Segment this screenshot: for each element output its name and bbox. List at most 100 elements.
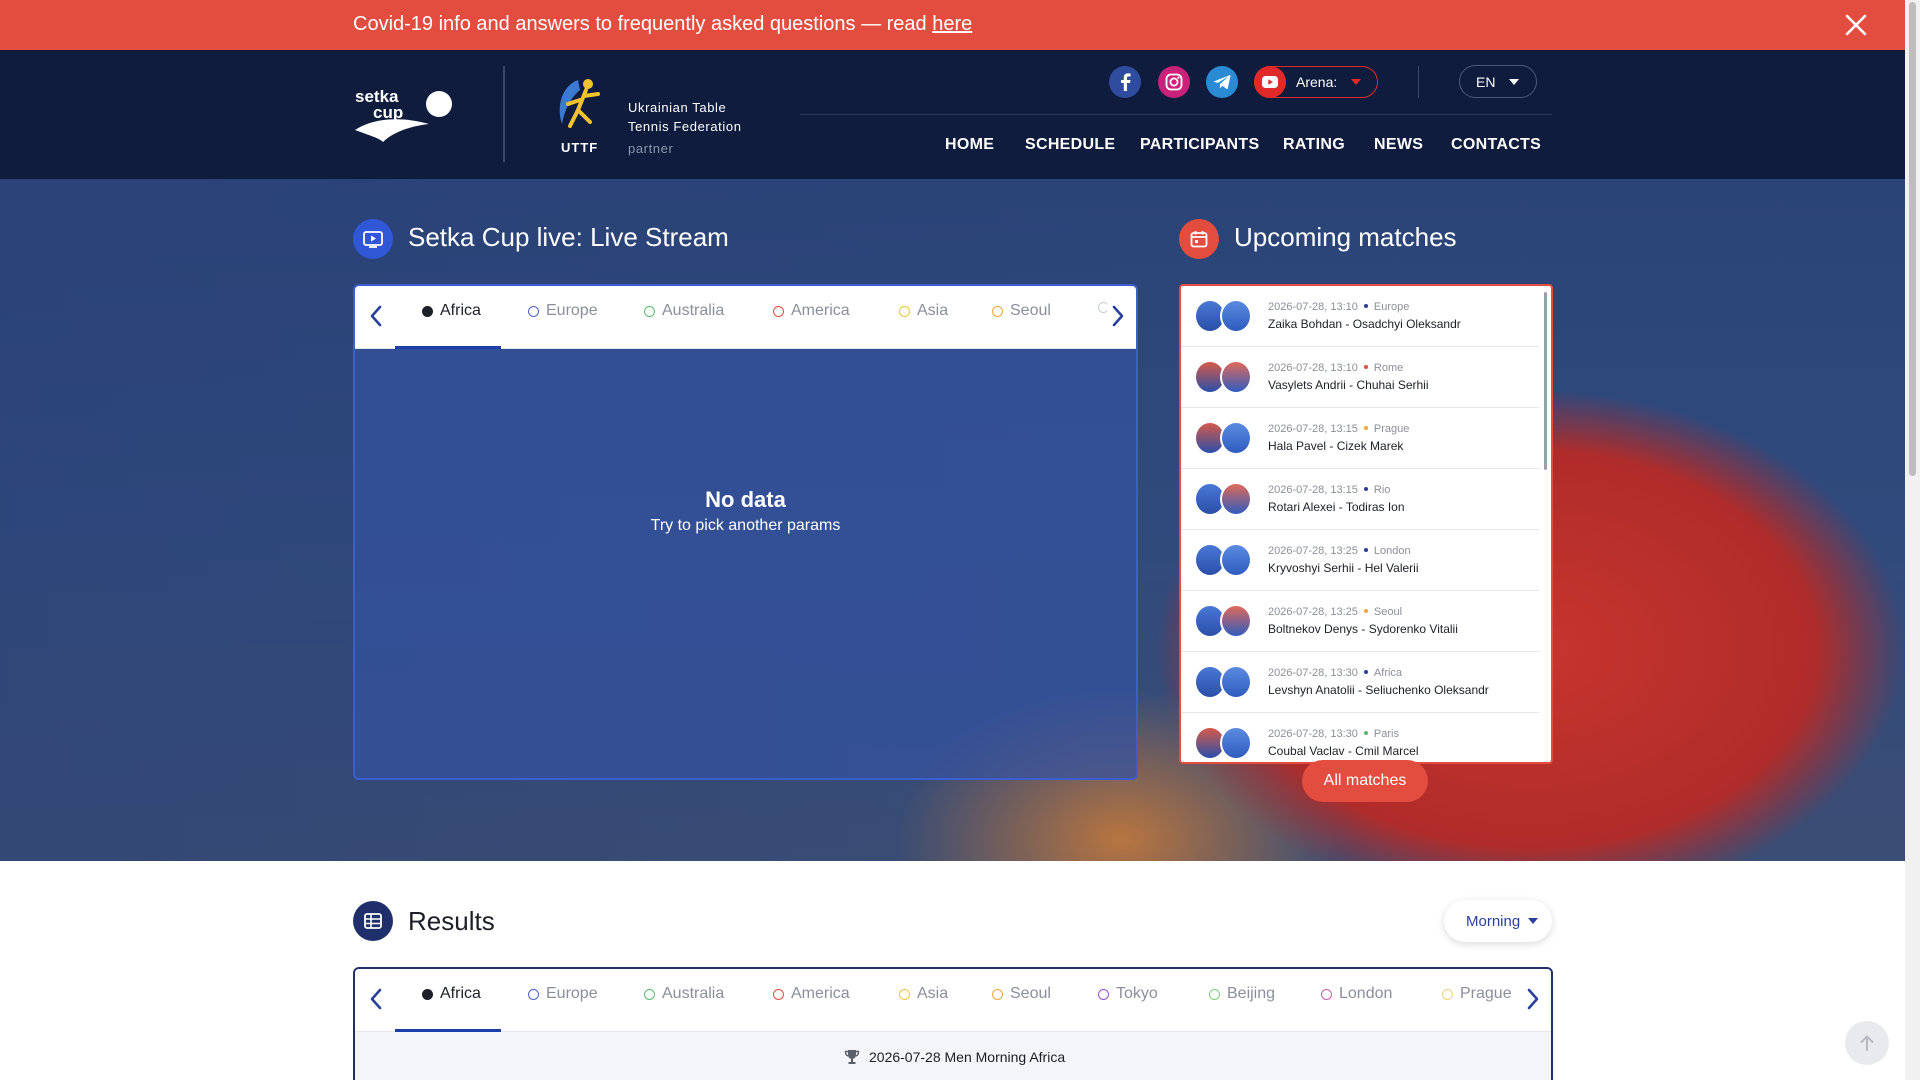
banner-link[interactable]: here — [932, 13, 972, 35]
upcoming-matches-list[interactable]: 2026-07-28, 13:10 Europe Zaika Bohdan - O… — [1179, 284, 1553, 764]
scroll-to-top-button[interactable] — [1845, 1021, 1889, 1065]
match-meta: 2026-07-28, 13:25 London — [1268, 545, 1411, 557]
chevron-left-icon[interactable] — [365, 302, 387, 330]
nav-rating[interactable]: RATING — [1283, 136, 1345, 154]
results-caption: 2026-07-28 Men Morning Africa — [869, 1049, 1066, 1065]
close-icon[interactable] — [1843, 12, 1869, 38]
avatar — [1220, 543, 1252, 577]
language-select[interactable]: EN — [1459, 65, 1537, 98]
uttf-name-line1: Ukrainian Table — [628, 100, 727, 115]
chevron-right-icon[interactable] — [1522, 985, 1544, 1013]
match-meta: 2026-07-28, 13:30 Paris — [1268, 728, 1399, 740]
no-data-subtitle: Try to pick another params — [650, 517, 841, 534]
tab-dot-icon — [1098, 988, 1109, 1000]
match-meta: 2026-07-28, 13:10 Europe — [1268, 301, 1409, 313]
players-avatars — [1194, 726, 1254, 760]
header-divider — [503, 66, 505, 162]
tab-label: Prague — [1460, 985, 1512, 1002]
facebook-icon[interactable] — [1109, 66, 1141, 98]
results-tab-america[interactable]: America — [773, 985, 850, 1003]
results-tab-australia[interactable]: Australia — [644, 985, 724, 1003]
instagram-icon[interactable] — [1158, 66, 1190, 98]
tab-dot-icon — [1209, 988, 1220, 1000]
nav-separator — [800, 114, 1552, 115]
setka-cup-logo[interactable]: setka cup — [353, 84, 455, 148]
match-players: Kryvoshyi Serhii - Hel Valerii — [1268, 561, 1419, 575]
arena-dropdown[interactable]: Arena: — [1254, 66, 1378, 98]
chevron-left-icon[interactable] — [365, 985, 387, 1013]
page-scrollbar[interactable] — [1905, 0, 1920, 1080]
tab-label: Beijing — [1227, 985, 1276, 1002]
match-players: Levshyn Anatolii - Seliuchenko Oleksandr — [1268, 683, 1489, 697]
all-matches-button[interactable]: All matches — [1302, 760, 1428, 802]
tab-dot-icon — [773, 305, 784, 317]
telegram-icon[interactable] — [1206, 66, 1238, 98]
chevron-right-icon[interactable] — [1107, 302, 1129, 330]
page-scrollbar-thumb[interactable] — [1909, 2, 1916, 476]
live-tab-asia[interactable]: Asia — [899, 302, 948, 320]
match-city: Europe — [1373, 301, 1410, 313]
results-tab-europe[interactable]: Europe — [528, 985, 598, 1003]
avatar — [1220, 482, 1252, 516]
list-item[interactable]: 2026-07-28, 13:10 Rome Vasylets Andrii - … — [1181, 347, 1539, 408]
city-dot-icon — [1363, 304, 1368, 309]
results-tab-africa[interactable]: Africa — [422, 985, 481, 1003]
nav-contacts[interactable]: CONTACTS — [1451, 136, 1541, 154]
list-item[interactable]: 2026-07-28, 13:15 Prague Hala Pavel - Ciz… — [1181, 408, 1539, 469]
results-tab-seoul[interactable]: Seoul — [992, 985, 1051, 1003]
period-dropdown[interactable]: Morning — [1444, 900, 1552, 942]
live-tab-seoul[interactable]: Seoul — [992, 302, 1051, 320]
tab-dot-icon — [1321, 988, 1332, 1000]
results-title: Results — [408, 906, 495, 936]
tab-label: America — [791, 985, 850, 1002]
tab-label: Seoul — [1010, 985, 1051, 1002]
avatar — [1220, 604, 1252, 638]
players-avatars — [1194, 482, 1254, 516]
nav-home[interactable]: HOME — [945, 136, 994, 154]
hero-section: Setka Cup live: Live Stream Africa Europ… — [0, 179, 1905, 861]
list-item[interactable]: 2026-07-28, 13:25 London Kryvoshyi Serhii… — [1181, 530, 1539, 591]
live-tab-australia[interactable]: Australia — [644, 302, 724, 320]
tab-dot-icon — [1442, 988, 1453, 1000]
live-tab-africa[interactable]: Africa — [422, 302, 481, 320]
no-data-title: No data — [705, 487, 786, 512]
tab-label: Africa — [440, 302, 481, 319]
tab-label: London — [1339, 985, 1393, 1002]
page: Covid-19 info and answers to frequently … — [0, 0, 1920, 1080]
city-dot-icon — [1363, 731, 1368, 736]
live-tab-america[interactable]: America — [773, 302, 850, 320]
results-tab-tokyo[interactable]: Tokyo — [1098, 985, 1158, 1003]
results-tab-london[interactable]: London — [1321, 985, 1392, 1003]
match-meta: 2026-07-28, 13:15 Rio — [1268, 484, 1390, 496]
live-tabs: Africa Europe Australia America Asia Seo… — [355, 286, 1136, 349]
match-time: 2026-07-28, 13:30 — [1268, 667, 1358, 679]
players-avatars — [1194, 665, 1254, 699]
match-meta: 2026-07-28, 13:30 Africa — [1268, 667, 1402, 679]
match-time: 2026-07-28, 13:10 — [1268, 362, 1358, 374]
list-item[interactable]: 2026-07-28, 13:25 Seoul Boltnekov Denys -… — [1181, 591, 1539, 652]
live-stream-icon — [353, 219, 393, 259]
live-tab-europe[interactable]: Europe — [528, 302, 598, 320]
match-time: 2026-07-28, 13:25 — [1268, 545, 1358, 557]
list-item[interactable]: 2026-07-28, 13:30 Africa Levshyn Anatolii… — [1181, 652, 1539, 713]
nav-schedule[interactable]: SCHEDULE — [1025, 136, 1115, 154]
live-stream-title: Setka Cup live: Live Stream — [408, 222, 729, 252]
avatar — [1220, 421, 1252, 455]
list-item[interactable]: 2026-07-28, 13:30 Paris Coubal Vaclav - C… — [1181, 713, 1539, 762]
tab-label: Europe — [546, 985, 598, 1002]
chevron-down-icon — [1351, 79, 1362, 85]
tab-label: Asia — [917, 985, 949, 1002]
header-divider-2 — [1418, 66, 1419, 98]
results-tab-prague[interactable]: Prague — [1442, 985, 1512, 1003]
match-time: 2026-07-28, 13:15 — [1268, 484, 1358, 496]
results-tab-beijing[interactable]: Beijing — [1209, 985, 1275, 1003]
tab-dot-icon — [422, 988, 433, 1000]
avatar — [1220, 299, 1252, 333]
results-tab-asia[interactable]: Asia — [899, 985, 948, 1003]
list-item[interactable]: 2026-07-28, 13:10 Europe Zaika Bohdan - O… — [1181, 286, 1539, 347]
nav-news[interactable]: NEWS — [1374, 136, 1423, 154]
nav-participants[interactable]: PARTICIPANTS — [1140, 136, 1259, 154]
list-item[interactable]: 2026-07-28, 13:15 Rio Rotari Alexei - Tod… — [1181, 469, 1539, 530]
upcoming-scrollbar[interactable] — [1544, 292, 1547, 470]
uttf-logo[interactable] — [550, 74, 606, 140]
